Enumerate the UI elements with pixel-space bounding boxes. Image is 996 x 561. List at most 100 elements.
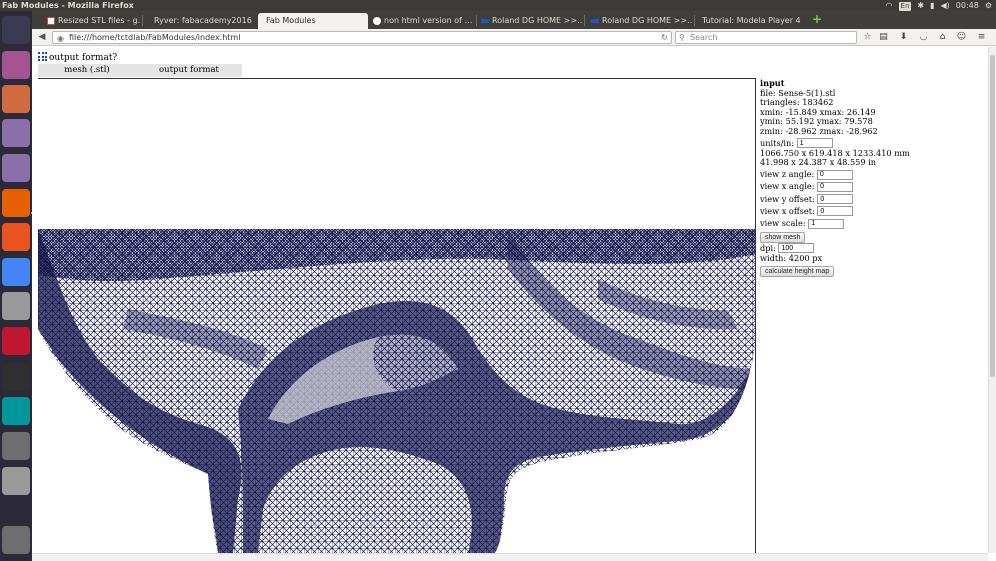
tab-ryver[interactable]: Ryver: fabacademy2016 [144,13,254,29]
new-tab-icon[interactable]: + [812,13,823,25]
wifi-icon[interactable]: ◠ [886,0,893,11]
menu-icon[interactable]: ≡ [976,32,987,43]
view-y-offset-label: view y offset: [760,193,815,204]
page-info-icon[interactable]: ◉ [57,33,64,44]
dpi-label: dpi: [760,242,776,253]
tab-label: Roland DG HOME >>… [492,16,582,25]
arduino-icon[interactable] [2,397,30,425]
bookmark-star-icon[interactable]: ☆ [862,32,873,43]
horizontal-scrollbar[interactable] [32,553,988,561]
gmail-icon [47,17,55,25]
tab-mesh-stl[interactable]: mesh (.stl) [38,64,136,77]
z-range: zmin: -28.962 zmax: -28.962 [760,125,878,136]
inkscape-icon[interactable] [2,119,30,147]
url-text: file:///home/tctdlab/FabModules/index.ht… [69,33,241,42]
view-scale-input[interactable] [808,218,845,229]
tab-fab-modules[interactable]: Fab Modules [258,13,368,29]
tab-label: Ryver: fabacademy2016 [154,16,252,25]
software-center-icon[interactable] [2,223,30,251]
module-menu[interactable]: output format? [38,52,117,63]
view-z-input[interactable] [816,169,853,180]
search-placeholder: Search [690,33,718,42]
view-z-label: view z angle: [760,169,815,180]
volume-icon[interactable]: ◀) [940,0,949,11]
tab-output-format[interactable]: output format [136,64,242,77]
tab-non-html[interactable]: non html version of … [370,13,474,29]
units-input[interactable] [796,138,833,149]
view-y-offset-input[interactable] [817,194,854,205]
dpi-input[interactable] [778,243,815,254]
calc-row: calculate height map [760,264,980,277]
view-x-offset-input[interactable] [817,206,854,217]
files-icon[interactable] [2,85,30,113]
back-icon[interactable]: ◀ [35,31,49,44]
inkscape-icon-2[interactable] [2,154,30,182]
keyboard-layout-indicator[interactable]: En [898,1,912,11]
input-panel: input file: Sense-5(1).stl triangles: 18… [760,78,980,277]
view-y-offset-row: view y offset: [760,193,980,205]
search-input[interactable]: ⚲ Search [675,31,857,44]
search-icon: ⚲ [679,33,685,42]
gear-icon[interactable]: ⚙ [985,0,992,11]
view-scale-row: view scale: [760,217,980,229]
terminal-icon[interactable] [2,363,30,391]
disk-icon[interactable] [2,432,30,460]
tab-stl-files[interactable]: Resized STL files - g… [44,13,140,29]
ubuntu-dash-icon[interactable] [2,16,30,44]
tab-label: Resized STL files - g… [58,16,140,25]
roland-icon [591,19,599,23]
firefox-icon[interactable] [2,189,30,217]
launcher [0,11,34,561]
grid-icon[interactable] [38,52,47,61]
workspace-icon[interactable] [2,51,30,79]
units-row: units/in: [760,137,980,149]
view-scale-label: view scale: [760,218,806,229]
tab-modela-tutorial[interactable]: Tutorial: Modela Player 4 [696,13,808,29]
view-z-row: view z angle: [760,168,980,180]
width-text: width: 4200 px [760,253,823,264]
tab-label: Fab Modules [266,16,316,25]
roland-icon [481,19,489,23]
calculate-height-map-button[interactable]: calculate height map [760,265,835,277]
tab-separator [584,15,585,26]
view-x-offset-label: view x offset: [760,205,815,216]
tab-separator [476,15,477,26]
page-content: output format? mesh (.stl) output format [32,47,988,553]
view-x-input[interactable] [817,181,854,192]
window-title: Fab Modules - Mozilla Firefox [2,1,134,10]
tab-separator [694,15,695,26]
app-icon[interactable] [2,327,30,355]
scrollbar-thumb[interactable] [990,55,995,377]
size-in: 41.998 x 24.387 x 48.559 in [760,157,877,168]
tab-roland-1[interactable]: Roland DG HOME >>… [478,13,582,29]
bluetooth-icon[interactable]: ✱ [917,0,924,11]
navigation-bar: ◀ ◉ file:///home/tctdlab/FabModules/inde… [32,29,996,46]
battery-icon[interactable]: ▮ [930,0,934,11]
module-menu-label: output format? [49,53,118,63]
reload-icon[interactable]: ↻ [661,32,668,43]
usb-drive-icon[interactable] [2,467,30,495]
system-settings-icon[interactable] [2,292,30,320]
home-icon[interactable]: ⌂ [937,32,948,43]
globe-icon [373,17,381,25]
vertical-scrollbar[interactable] [988,47,996,553]
chat-icon[interactable]: ☺ [956,32,967,43]
indicator-area: ◠ En ✱ ▮ ◀) 00:48 ⚙ [886,0,992,11]
chrome-icon[interactable] [2,258,30,286]
url-bar[interactable]: ◉ file:///home/tctdlab/FabModules/index.… [52,31,672,44]
tab-roland-2[interactable]: Roland DG HOME >>… [588,13,692,29]
trash-icon[interactable] [2,526,30,554]
clock[interactable]: 00:48 [956,0,979,11]
units-label: units/in: [760,137,795,148]
mesh-viewer-canvas[interactable] [38,78,756,553]
download-icon[interactable]: ⬇ [898,32,909,43]
view-x-label: view x angle: [760,181,815,192]
show-mesh-button[interactable]: show mesh [760,231,806,243]
tab-label: non html version of … [384,16,473,25]
mesh-render [38,229,755,553]
tab-bar: Resized STL files - g… Ryver: fabacademy… [32,11,996,29]
top-panel: Fab Modules - Mozilla Firefox ◠ En ✱ ▮ ◀… [0,0,996,11]
pocket-icon[interactable]: ◡ [918,32,929,43]
bookmarks-menu-icon[interactable]: ▤ [878,32,889,43]
show-mesh-row: show mesh [760,230,980,243]
